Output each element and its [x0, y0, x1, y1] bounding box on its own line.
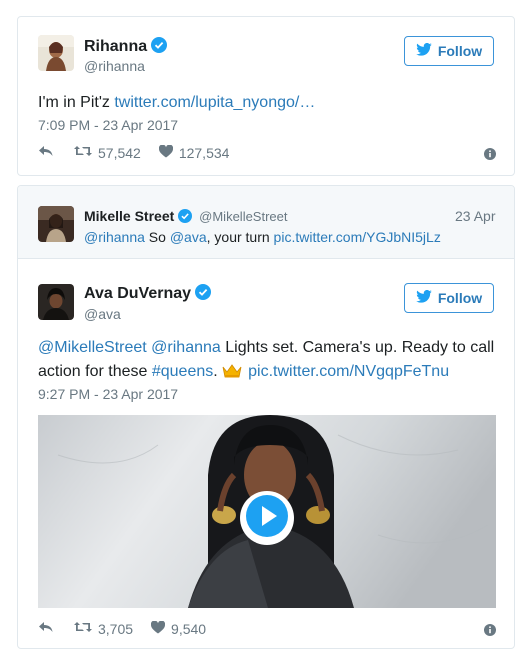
mention-link[interactable]: @rihanna — [84, 229, 145, 245]
video-thumbnail[interactable] — [38, 415, 496, 608]
reply-icon — [38, 620, 54, 637]
tweet-actions: 57,542 127,534 — [38, 143, 230, 161]
quoted-date[interactable]: 23 Apr — [455, 208, 495, 224]
twitter-bird-icon — [416, 42, 432, 59]
play-icon — [244, 493, 290, 544]
retweet-button[interactable]: 57,542 — [74, 144, 141, 161]
avatar[interactable] — [38, 284, 74, 320]
like-button[interactable]: 127,534 — [158, 143, 230, 161]
avatar[interactable] — [38, 206, 74, 242]
author-name[interactable]: Rihanna — [84, 37, 168, 58]
in-reply-to-tweet[interactable]: Mikelle Street @MikelleStreet 23 Apr @ri… — [18, 186, 514, 259]
like-count: 9,540 — [171, 620, 207, 637]
quoted-author-name[interactable]: Mikelle Street @MikelleStreet — [84, 208, 288, 226]
tweet-text-line2: action for these #queens. pic.twitter.co… — [38, 360, 449, 386]
play-button[interactable] — [240, 491, 294, 545]
tweet-text: @MikelleStreet @rihanna Lights set. Came… — [38, 339, 495, 356]
info-icon[interactable] — [484, 147, 496, 165]
avatar[interactable] — [38, 35, 74, 71]
quoted-text: @rihanna So @ava, your turn pic.twitter.… — [84, 229, 441, 245]
author-name[interactable]: Ava DuVernay — [84, 284, 212, 305]
author-handle[interactable]: @rihanna — [84, 58, 145, 74]
tweet-link[interactable]: twitter.com/lupita_nyongo/… — [114, 94, 315, 111]
tweet-timestamp[interactable]: 7:09 PM - 23 Apr 2017 — [38, 117, 178, 133]
retweet-count: 3,705 — [98, 620, 134, 637]
pic-link[interactable]: pic.twitter.com/YGJbNI5jLz — [274, 229, 441, 245]
reply-button[interactable] — [38, 144, 54, 161]
like-count: 127,534 — [178, 144, 230, 161]
heart-icon — [158, 143, 173, 161]
retweet-button[interactable]: 3,705 — [74, 620, 133, 637]
verified-badge-icon — [195, 284, 212, 305]
crown-emoji-icon — [222, 362, 242, 386]
twitter-bird-icon — [416, 289, 432, 306]
reply-icon — [38, 144, 54, 161]
follow-button[interactable]: Follow — [404, 36, 494, 66]
mention-link[interactable]: @ava — [170, 229, 207, 245]
like-button[interactable]: 9,540 — [150, 619, 207, 637]
info-icon[interactable] — [484, 623, 496, 641]
verified-badge-icon — [178, 209, 193, 226]
tweet-text: I'm in Pit'z twitter.com/lupita_nyongo/… — [38, 94, 316, 111]
pic-link[interactable]: pic.twitter.com/NVgqpFeTnu — [248, 363, 449, 380]
quoted-author-handle: @MikelleStreet — [199, 209, 288, 224]
verified-badge-icon — [151, 37, 168, 58]
tweet-timestamp[interactable]: 9:27 PM - 23 Apr 2017 — [38, 386, 178, 402]
retweet-icon — [74, 144, 92, 161]
retweet-count: 57,542 — [98, 144, 141, 161]
mention-link[interactable]: @rihanna — [151, 339, 221, 356]
author-handle[interactable]: @ava — [84, 306, 121, 322]
heart-icon — [150, 619, 166, 637]
embedded-tweet-ava: Mikelle Street @MikelleStreet 23 Apr @ri… — [17, 185, 515, 649]
hashtag-link[interactable]: #queens — [152, 363, 213, 380]
retweet-icon — [74, 620, 92, 637]
follow-button[interactable]: Follow — [404, 283, 494, 313]
embedded-tweet-rihanna: Rihanna @rihanna Follow I'm in Pit'z twi… — [17, 16, 515, 176]
reply-button[interactable] — [38, 620, 54, 637]
mention-link[interactable]: @MikelleStreet — [38, 339, 147, 356]
tweet-actions: 3,705 9,540 — [38, 619, 207, 637]
